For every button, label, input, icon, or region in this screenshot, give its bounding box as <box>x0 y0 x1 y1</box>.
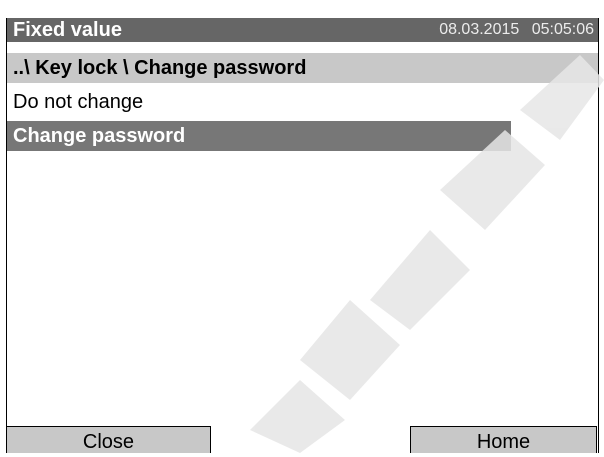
breadcrumb-text: ..\ Key lock \ Change password <box>13 57 307 79</box>
time-display: 05:05:06 <box>531 21 594 38</box>
close-button[interactable]: Close <box>6 426 211 453</box>
option-change-password[interactable]: Change password <box>7 121 511 151</box>
mode-title: Fixed value <box>13 19 122 41</box>
breadcrumb: ..\ Key lock \ Change password <box>7 53 598 83</box>
title-bar: Fixed value 08.03.2015 05:05:06 <box>7 18 598 42</box>
date-display: 08.03.2015 <box>439 21 520 38</box>
controller-screen: Fixed value 08.03.2015 05:05:06 ..\ Key … <box>6 18 599 453</box>
option-do-not-change[interactable]: Do not change <box>7 87 511 117</box>
home-button[interactable]: Home <box>410 426 597 453</box>
datetime-display: 08.03.2015 05:05:06 <box>439 18 594 42</box>
